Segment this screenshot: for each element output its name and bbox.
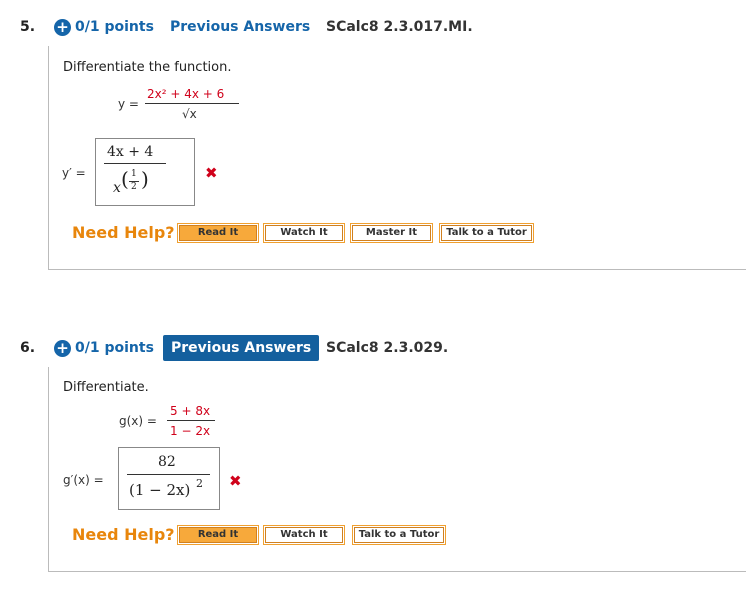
- answer-lhs: g′(x) =: [63, 473, 104, 487]
- question-number: 6.: [20, 340, 36, 356]
- answer-exp-den: 2: [131, 182, 137, 192]
- talk-to-tutor-button[interactable]: Talk to a Tutor: [439, 223, 534, 243]
- expand-plus-icon[interactable]: +: [54, 19, 71, 36]
- function-lhs: y =: [118, 97, 139, 111]
- read-it-button[interactable]: Read It: [177, 525, 259, 545]
- previous-answers-link[interactable]: Previous Answers: [170, 19, 310, 35]
- watch-it-button[interactable]: Watch It: [263, 525, 345, 545]
- question-prompt: Differentiate the function.: [63, 60, 232, 75]
- function-numerator: 2x² + 4x + 6: [147, 87, 225, 101]
- answer-numerator: 82: [158, 454, 176, 470]
- answer-fraction-bar: [127, 474, 210, 475]
- function-denominator: 1 − 2x: [170, 424, 211, 438]
- watch-it-button[interactable]: Watch It: [263, 223, 345, 243]
- answer-den-base: x: [113, 180, 121, 196]
- answer-den-open-paren: (: [121, 167, 129, 191]
- answer-den-close-paren: ): [141, 167, 149, 191]
- answer-den-exponent: 2: [196, 477, 203, 490]
- need-help-label: Need Help?: [72, 525, 175, 544]
- read-it-button[interactable]: Read It: [177, 223, 259, 243]
- answer-fraction-bar: [104, 163, 166, 164]
- talk-to-tutor-button[interactable]: Talk to a Tutor: [352, 525, 446, 545]
- question-number: 5.: [20, 19, 36, 35]
- answer-box[interactable]: 4x + 4 x ( 1 2 ): [95, 138, 195, 206]
- previous-answers-button[interactable]: Previous Answers: [163, 335, 320, 361]
- answer-box[interactable]: 82 (1 − 2x) 2: [118, 447, 220, 510]
- answer-lhs: y′ =: [62, 166, 86, 180]
- points-label[interactable]: 0/1 points: [75, 340, 154, 356]
- function-numerator: 5 + 8x: [170, 404, 211, 418]
- function-denominator: √x: [182, 107, 197, 121]
- points-label[interactable]: 0/1 points: [75, 19, 154, 35]
- problem-code: SCalc8 2.3.029.: [326, 340, 449, 356]
- answer-numerator: 4x + 4: [107, 144, 154, 160]
- fraction-bar: [145, 103, 239, 104]
- x-mark-icon: ✖: [229, 472, 242, 490]
- problem-code: SCalc8 2.3.017.MI.: [326, 19, 473, 35]
- master-it-button[interactable]: Master It: [350, 223, 433, 243]
- function-lhs: g(x) =: [119, 414, 157, 428]
- answer-denominator: (1 − 2x): [129, 481, 191, 499]
- expand-plus-icon[interactable]: +: [54, 340, 71, 357]
- question-prompt: Differentiate.: [63, 380, 149, 395]
- x-mark-icon: ✖: [205, 164, 218, 182]
- fraction-bar: [167, 420, 215, 421]
- answer-exp-num: 1: [131, 169, 137, 179]
- need-help-label: Need Help?: [72, 223, 175, 242]
